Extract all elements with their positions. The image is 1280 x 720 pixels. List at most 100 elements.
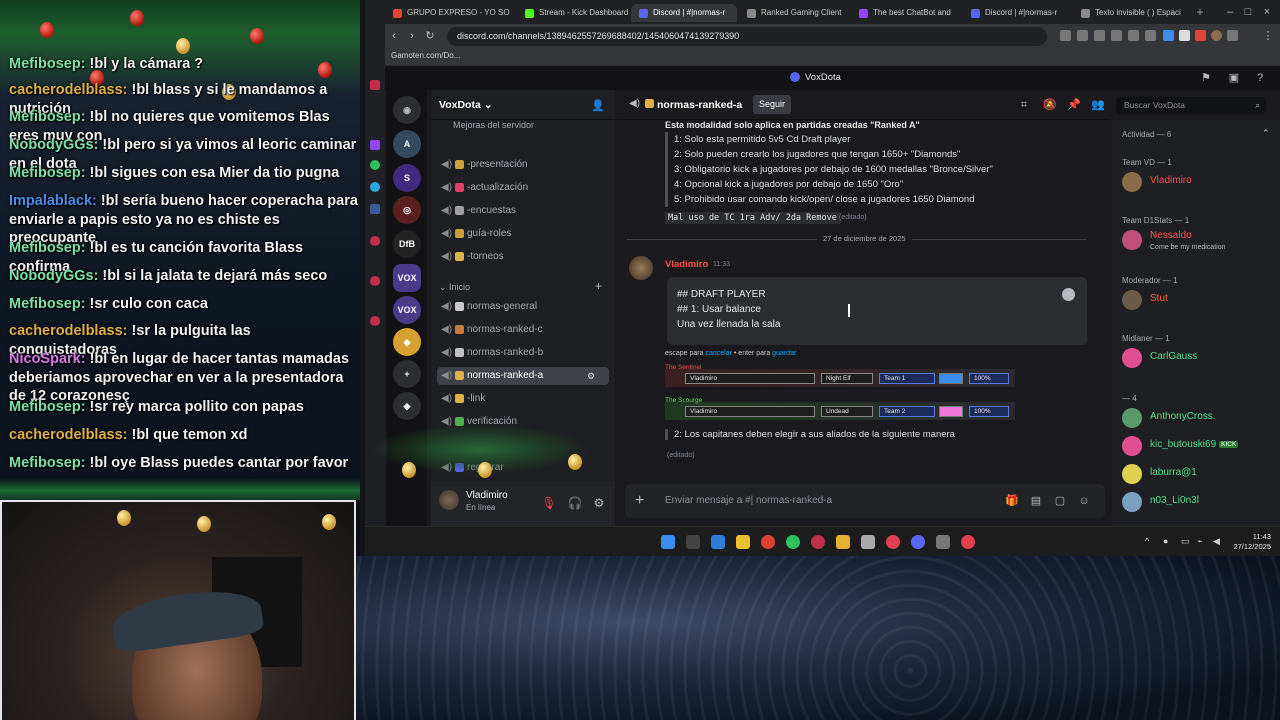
minimize-icon[interactable]: –: [1223, 5, 1237, 19]
sidebar-app-icon[interactable]: [370, 276, 380, 286]
channel-item[interactable]: ◀) -encuestas: [437, 202, 609, 220]
channel-settings-icon[interactable]: ⚙: [587, 367, 595, 385]
sidebar-app-icon[interactable]: [370, 182, 380, 192]
server-icon[interactable]: ◎: [393, 196, 421, 224]
channel-item[interactable]: ◀) -link: [437, 390, 609, 408]
app-icon[interactable]: [861, 535, 875, 549]
member-item[interactable]: n03_Li0n3l: [1122, 490, 1272, 514]
add-member-icon[interactable]: 👤: [591, 99, 605, 112]
category-header[interactable]: ⌄ Inicio: [439, 282, 470, 293]
message-edit-input[interactable]: ## DRAFT PLAYER ## 1: Usar balance Una v…: [667, 277, 1087, 345]
save-link[interactable]: guardar: [772, 350, 796, 357]
add-channel-icon[interactable]: +: [595, 279, 602, 293]
mic-icon[interactable]: ●: [1163, 536, 1168, 546]
browser-tab[interactable]: Stream - Kick Dashboard: [517, 4, 629, 22]
team-dropdown[interactable]: Team 2: [879, 406, 935, 417]
server-icon[interactable]: DfB: [393, 230, 421, 258]
zoom-icon[interactable]: [1060, 30, 1071, 41]
network-icon[interactable]: ⌁: [1197, 536, 1202, 547]
screen-icon[interactable]: ▣: [1227, 71, 1241, 85]
headphones-icon[interactable]: 🎧: [567, 495, 583, 511]
member-item[interactable]: CarlGauss: [1122, 346, 1272, 370]
emoji-icon[interactable]: ☺: [1077, 494, 1091, 508]
browser-tab[interactable]: The best ChatBot and: [851, 4, 957, 22]
gif-icon[interactable]: ▤: [1029, 494, 1043, 508]
close-icon[interactable]: ×: [1260, 5, 1274, 19]
new-tab-icon[interactable]: +: [1193, 5, 1207, 19]
server-header[interactable]: VoxDota ⌄ 👤: [431, 90, 615, 120]
inbox-icon[interactable]: ⚑: [1199, 71, 1213, 85]
server-icon[interactable]: S: [393, 164, 421, 192]
ai-icon[interactable]: [1227, 30, 1238, 41]
attach-plus-icon[interactable]: +: [635, 492, 644, 510]
member-item[interactable]: kic_butouski69 KICK: [1122, 434, 1272, 458]
member-item[interactable]: Vladimiro: [1122, 170, 1272, 194]
member-item[interactable]: laburra@1: [1122, 462, 1272, 486]
channel-item-active[interactable]: ◀) normas-ranked-a ⚙: [437, 367, 609, 385]
notes-icon[interactable]: [736, 535, 750, 549]
play-icon[interactable]: [1128, 30, 1139, 41]
start-icon[interactable]: [661, 535, 675, 549]
browser-tab[interactable]: Discord | #|normas-r: [963, 4, 1067, 22]
browser-tab[interactable]: Ranked Gaming Client: [739, 4, 843, 22]
race-dropdown[interactable]: Undead: [821, 406, 873, 417]
race-dropdown[interactable]: Night Elf: [821, 373, 873, 384]
channel-item[interactable]: ◀) -actualización: [437, 179, 609, 197]
message-author[interactable]: Vladimiro: [665, 259, 708, 270]
tray-chevron-icon[interactable]: ^: [1145, 536, 1149, 546]
url-field[interactable]: discord.com/channels/1389462557269688402…: [447, 27, 1047, 46]
member-item[interactable]: Stut: [1122, 288, 1272, 312]
member-list-icon[interactable]: 👥: [1091, 98, 1105, 112]
server-icon[interactable]: VOX: [393, 296, 421, 324]
handicap-dropdown[interactable]: 100%: [969, 406, 1009, 417]
discord-icon[interactable]: [911, 535, 925, 549]
member-item[interactable]: Nessaldo Come be my medication: [1122, 228, 1272, 252]
cancel-link[interactable]: cancelar: [705, 350, 731, 357]
emoji-picker-icon[interactable]: [1062, 288, 1075, 301]
server-icon[interactable]: A: [393, 130, 421, 158]
forward-icon[interactable]: ›: [405, 29, 419, 43]
extension-icon[interactable]: [1094, 30, 1105, 41]
file-explorer-icon[interactable]: [836, 535, 850, 549]
keyboard-icon[interactable]: ▭: [1181, 536, 1190, 547]
mic-muted-icon[interactable]: 🎙: [541, 495, 557, 511]
clock-time[interactable]: 11:43: [1231, 532, 1271, 542]
maximize-icon[interactable]: □: [1241, 5, 1255, 19]
member-item[interactable]: AnthonyCross.: [1122, 406, 1272, 430]
reload-icon[interactable]: ↻: [423, 29, 437, 43]
browser-tab[interactable]: GRUPO EXPRESO - YO SO: [385, 4, 515, 22]
extension-icon[interactable]: [1163, 30, 1174, 41]
channel-item[interactable]: ◀) normas-ranked-b: [437, 344, 609, 362]
sidebar-app-icon[interactable]: [370, 316, 380, 326]
add-server-icon[interactable]: +: [393, 360, 421, 388]
message-composer[interactable]: + Enviar mensaje a #| normas-ranked-a 🎁 …: [625, 484, 1105, 518]
team-dropdown[interactable]: Team 1: [879, 373, 935, 384]
sidebar-app-icon[interactable]: [370, 80, 380, 90]
extension-icon[interactable]: [1195, 30, 1206, 41]
help-icon[interactable]: ?: [1253, 71, 1267, 85]
extension-icon[interactable]: [1179, 30, 1190, 41]
back-icon[interactable]: ‹: [387, 29, 401, 43]
browser-tab[interactable]: Texto invisible ( ) Espaci: [1073, 4, 1185, 22]
chrome-icon[interactable]: [761, 535, 775, 549]
shield-icon[interactable]: [1111, 30, 1122, 41]
gear-icon[interactable]: ⚙: [591, 495, 607, 511]
search-input[interactable]: Buscar VoxDota ⌕: [1116, 97, 1266, 114]
browser-menu-icon[interactable]: ⋮: [1261, 29, 1275, 43]
app-icon[interactable]: [936, 535, 950, 549]
pin-icon[interactable]: 📌: [1067, 98, 1081, 112]
explore-icon[interactable]: ◈: [393, 392, 421, 420]
sticker-icon[interactable]: ▢: [1053, 494, 1067, 508]
bookmark-link[interactable]: Gamoten.com/Do...: [391, 51, 460, 60]
sidebar-app-icon[interactable]: [370, 204, 380, 214]
gift-icon[interactable]: 🎁: [1005, 494, 1019, 508]
opera-icon[interactable]: [811, 535, 825, 549]
handicap-dropdown[interactable]: 100%: [969, 373, 1009, 384]
color-swatch[interactable]: [939, 406, 963, 417]
chevron-up-icon[interactable]: ⌃: [1262, 128, 1270, 139]
channel-item[interactable]: ◀) normas-general: [437, 298, 609, 316]
notification-bell-icon[interactable]: 🔕: [1043, 98, 1057, 112]
bookmark-star-icon[interactable]: [1145, 30, 1156, 41]
profile-avatar-icon[interactable]: [1211, 30, 1222, 41]
app-icon[interactable]: [961, 535, 975, 549]
